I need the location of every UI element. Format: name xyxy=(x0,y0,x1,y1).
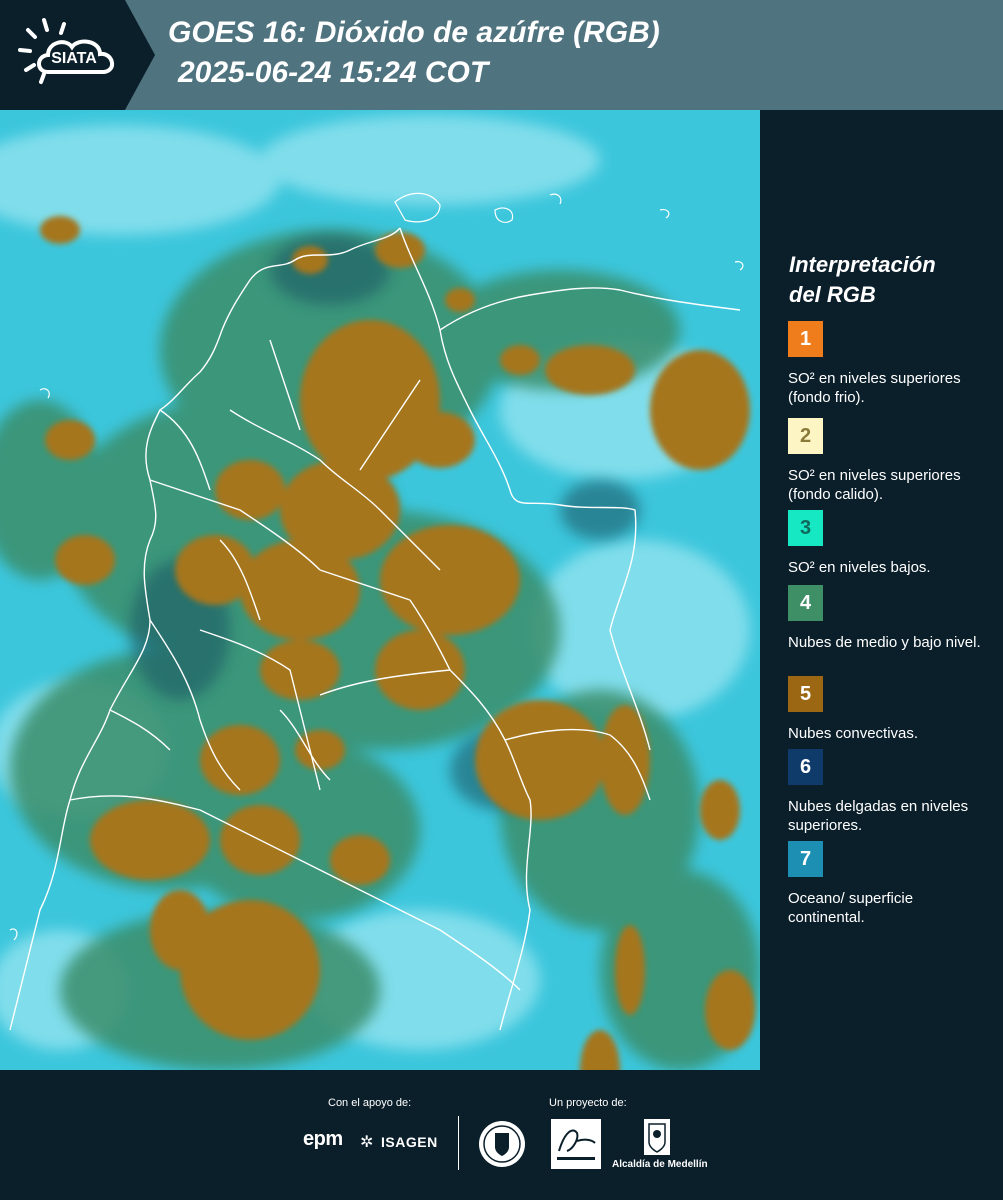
legend-swatch: 3 xyxy=(788,510,823,546)
footer-divider xyxy=(458,1116,459,1170)
legend-number: 7 xyxy=(799,847,812,870)
legend-label: Nubes de medio y bajo nivel. xyxy=(788,634,981,651)
siata-logo: SIATA xyxy=(0,0,155,110)
alcaldia-shield-icon xyxy=(644,1119,670,1155)
legend-label: SO² en niveles bajos. xyxy=(788,559,931,576)
epm-logo: epm xyxy=(303,1128,343,1150)
page-title: GOES 16: Dióxido de azúfre (RGB) xyxy=(168,16,660,49)
support-label: Con el apoyo de: xyxy=(328,1097,412,1109)
alcaldia-label: Alcaldía de Medellín xyxy=(612,1159,708,1170)
header-bar: SIATA GOES 16: Dióxido de azúfre (RGB) 2… xyxy=(0,0,1003,110)
isagen-mark-icon: ✲ xyxy=(360,1134,374,1151)
legend-swatch: 1 xyxy=(788,321,823,357)
legend-label: SO² en niveles superiores (fondo frio). xyxy=(788,370,961,406)
legend-item-7: 7 Oceano/ superficie continental. xyxy=(788,841,988,927)
legend-swatch: 6 xyxy=(788,749,823,785)
legend-item-5: 5 Nubes convectivas. xyxy=(788,676,988,743)
legend-label: Oceano/ superficie continental. xyxy=(788,890,914,926)
footer-sponsors: Con el apoyo de: Un proyecto de: epm ✲ I… xyxy=(0,1070,1003,1200)
page-timestamp: 2025-06-24 15:24 COT xyxy=(178,56,489,89)
legend-item-6: 6 Nubes delgadas en niveles superiores. xyxy=(788,749,988,835)
isagen-logo: ISAGEN xyxy=(381,1134,438,1150)
project-label: Un proyecto de: xyxy=(549,1097,627,1109)
legend-label: Nubes delgadas en niveles superiores. xyxy=(788,798,969,834)
logo-text: SIATA xyxy=(51,50,97,67)
legend-number: 2 xyxy=(799,424,812,447)
medellin-seal-icon xyxy=(479,1121,525,1167)
rgb-legend-panel: Interpretación del RGB 1 SO² en niveles … xyxy=(770,110,1003,1070)
legend-swatch: 5 xyxy=(788,676,823,712)
legend-label: SO² en niveles superiores (fondo calido)… xyxy=(788,467,961,503)
legend-item-4: 4 Nubes de medio y bajo nivel. xyxy=(788,585,988,652)
legend-number: 4 xyxy=(799,591,812,614)
legend-item-2: 2 SO² en niveles superiores (fondo calid… xyxy=(788,418,988,504)
legend-number: 1 xyxy=(799,327,812,350)
legend-number: 3 xyxy=(799,516,812,539)
satellite-map xyxy=(0,110,760,1070)
legend-swatch: 4 xyxy=(788,585,823,621)
legend-label: Nubes convectivas. xyxy=(788,725,919,742)
legend-title-line2: del RGB xyxy=(789,282,876,307)
legend-swatch: 7 xyxy=(788,841,823,877)
legend-title: Interpretación del RGB xyxy=(789,250,989,310)
legend-item-1: 1 SO² en niveles superiores (fondo frio)… xyxy=(788,321,988,407)
legend-number: 5 xyxy=(799,682,812,705)
legend-number: 6 xyxy=(799,755,812,778)
legend-title-line1: Interpretación xyxy=(789,252,936,277)
legend-item-3: 3 SO² en niveles bajos. xyxy=(788,510,988,577)
legend-swatch: 2 xyxy=(788,418,823,454)
page: SIATA GOES 16: Dióxido de azúfre (RGB) 2… xyxy=(0,0,1003,1200)
area-metropolitana-logo-icon xyxy=(551,1119,601,1169)
